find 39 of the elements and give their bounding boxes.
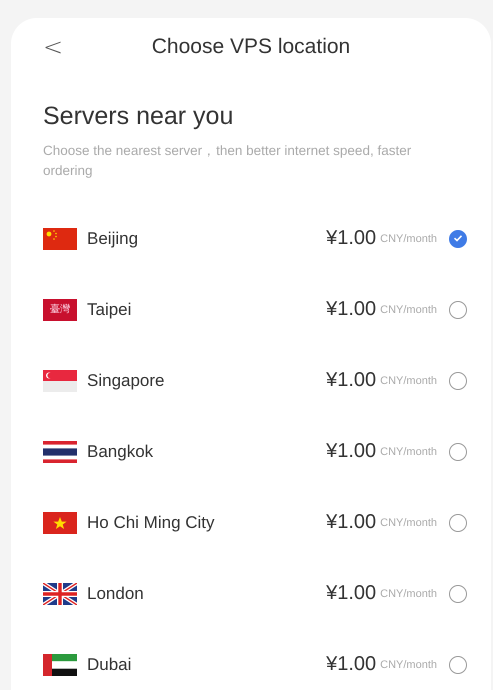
flag-icon (43, 654, 77, 676)
radio-button[interactable] (449, 442, 467, 460)
price: ¥1.00 (326, 227, 376, 250)
page-title: Choose VPS location (150, 35, 352, 59)
price-unit: CNY/month (380, 516, 437, 528)
radio-button[interactable] (449, 372, 467, 390)
location-name: Singapore (87, 370, 166, 390)
location-name: Beijing (87, 228, 140, 248)
location-name: Ho Chi Ming City (87, 512, 216, 532)
price: ¥1.00 (326, 440, 376, 463)
location-name: Dubai (87, 654, 132, 674)
price-unit: CNY/month (380, 304, 437, 316)
price: ¥1.00 (326, 582, 376, 605)
price: ¥1.00 (326, 298, 376, 321)
price-unit: CNY/month (380, 658, 437, 670)
section-subtitle: Choose the nearest server，then better internet speed, faster ordering (43, 142, 412, 180)
flag-icon (43, 512, 77, 534)
location-name: Bangkok (87, 442, 154, 462)
location-name: London (87, 584, 145, 604)
price-unit: CNY/month (380, 232, 437, 244)
flag-icon (43, 228, 77, 250)
flag-icon (43, 582, 77, 604)
flag-icon (43, 370, 77, 392)
back-button[interactable]: < (43, 33, 59, 61)
location-name: Taipei (87, 300, 132, 320)
radio-button[interactable] (449, 584, 467, 602)
price: ¥1.00 (326, 653, 376, 676)
price-unit: CNY/month (380, 588, 437, 600)
flag-label: 臺灣 (50, 304, 70, 314)
radio-button[interactable] (449, 514, 467, 532)
section-title: Servers near you (43, 102, 234, 131)
flag-icon (43, 440, 77, 462)
price-unit: CNY/month (380, 446, 437, 458)
price-unit: CNY/month (380, 374, 437, 386)
radio-button[interactable] (449, 300, 467, 318)
radio-button[interactable] (449, 656, 467, 674)
price: ¥1.00 (326, 511, 376, 534)
radio-button[interactable] (449, 230, 467, 248)
price: ¥1.00 (326, 369, 376, 392)
